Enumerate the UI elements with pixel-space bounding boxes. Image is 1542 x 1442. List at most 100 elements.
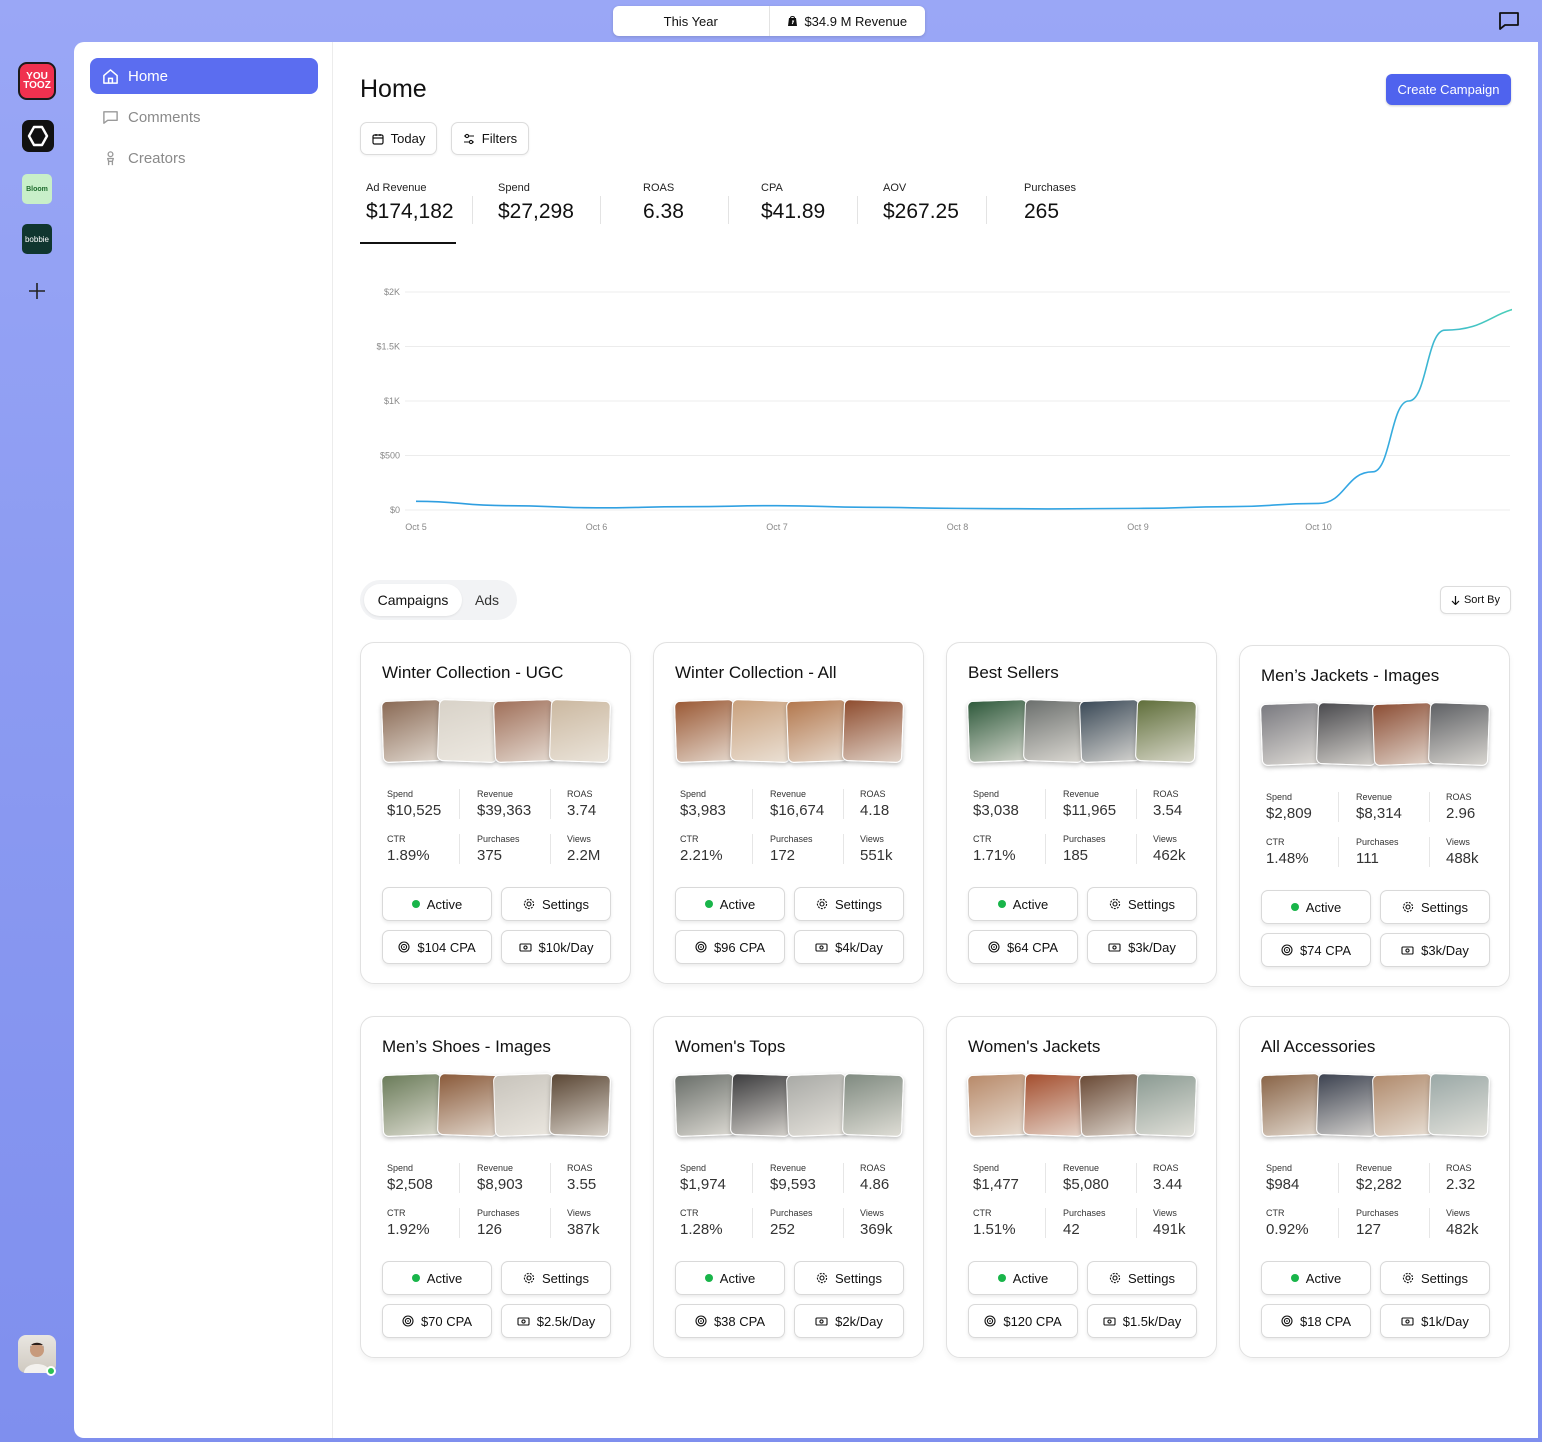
creative-thumbnail[interactable]	[1371, 1072, 1435, 1138]
kpi-cpa[interactable]: CPA $41.89	[761, 182, 825, 238]
daily-budget-button[interactable]: $10k/Day	[501, 930, 611, 964]
period-selector[interactable]: This Year	[613, 6, 769, 36]
sort-by-button[interactable]: Sort By	[1440, 586, 1511, 614]
creative-thumbnail[interactable]	[1259, 1072, 1323, 1138]
creative-thumbnail[interactable]	[1022, 698, 1086, 764]
campaign-card[interactable]: Winter Collection - UGC Spend $10,525 Reven…	[360, 642, 631, 984]
campaign-card[interactable]: Women's Tops Spend $1,974 Revenue $9,593 ROAS…	[653, 1016, 924, 1358]
creative-thumbnail[interactable]	[492, 1072, 556, 1138]
creative-thumbnail[interactable]	[436, 698, 500, 764]
settings-button[interactable]: Settings	[501, 887, 611, 921]
hexagon-brand-logo[interactable]	[22, 120, 54, 152]
campaign-card[interactable]: Winter Collection - All Spend $3,983 Revenu…	[653, 642, 924, 984]
creative-thumbnail[interactable]	[966, 698, 1030, 764]
creative-thumbnail[interactable]	[673, 698, 737, 764]
cpa-target-button[interactable]: $18 CPA	[1261, 1304, 1371, 1338]
creative-thumbnail[interactable]	[548, 698, 612, 764]
revenue-summary[interactable]: $34.9 M Revenue	[768, 6, 926, 36]
creative-thumbnail[interactable]	[1078, 1072, 1142, 1138]
settings-button[interactable]: Settings	[1380, 1261, 1490, 1295]
kpi-spend[interactable]: Spend $27,298	[498, 182, 574, 238]
creative-thumbnail[interactable]	[841, 698, 905, 764]
cpa-target-button[interactable]: $120 CPA	[968, 1304, 1078, 1338]
creative-thumbnail[interactable]	[1078, 698, 1142, 764]
stat-ctr: CTR 1.71%	[973, 834, 1016, 864]
campaign-title: Winter Collection - UGC	[382, 663, 564, 682]
creative-thumbnail[interactable]	[380, 1072, 444, 1138]
cpa-target-button[interactable]: $70 CPA	[382, 1304, 492, 1338]
creative-thumbnail[interactable]	[1315, 1072, 1379, 1138]
creative-thumbnail[interactable]	[841, 1072, 905, 1138]
tab-ads[interactable]: Ads	[462, 584, 512, 616]
daily-budget-button[interactable]: $1.5k/Day	[1087, 1304, 1197, 1338]
creative-thumbnail[interactable]	[966, 1072, 1030, 1138]
stat-divider	[459, 789, 460, 819]
cpa-target-button[interactable]: $64 CPA	[968, 930, 1078, 964]
filters-button[interactable]: Filters	[451, 122, 529, 155]
creative-thumbnail[interactable]	[1022, 1072, 1086, 1138]
gear-icon	[1402, 901, 1414, 913]
active-status-button[interactable]: Active	[1261, 890, 1371, 924]
active-status-button[interactable]: Active	[675, 887, 785, 921]
tab-campaigns[interactable]: Campaigns	[364, 584, 462, 616]
daily-budget-button[interactable]: $1k/Day	[1380, 1304, 1490, 1338]
bloom-logo[interactable]: Bloom	[22, 174, 52, 204]
creative-thumbnail[interactable]	[1427, 701, 1491, 767]
campaign-card[interactable]: Men’s Shoes - Images Spend $2,508 Revenue $8…	[360, 1016, 631, 1358]
campaign-card[interactable]: Best Sellers Spend $3,038 Revenue $11,965 ROA…	[946, 642, 1217, 984]
creative-thumbnail[interactable]	[380, 698, 444, 764]
settings-button[interactable]: Settings	[794, 1261, 904, 1295]
today-button[interactable]: Today	[360, 122, 437, 155]
sidebar-item-home[interactable]: Home	[90, 58, 318, 94]
active-status-button[interactable]: Active	[968, 887, 1078, 921]
campaign-card[interactable]: All Accessories Spend $984 Revenue $2,282 ROA…	[1239, 1016, 1510, 1358]
creative-thumbnail[interactable]	[785, 1072, 849, 1138]
active-status-button[interactable]: Active	[382, 887, 492, 921]
creative-thumbnail[interactable]	[785, 698, 849, 764]
creative-thumbnail[interactable]	[729, 698, 793, 764]
cpa-target-button[interactable]: $104 CPA	[382, 930, 492, 964]
settings-button[interactable]: Settings	[1380, 890, 1490, 924]
cpa-target-button[interactable]: $38 CPA	[675, 1304, 785, 1338]
active-status-button[interactable]: Active	[1261, 1261, 1371, 1295]
kpi-aov[interactable]: AOV $267.25	[883, 182, 959, 238]
campaign-card[interactable]: Women's Jackets Spend $1,477 Revenue $5,080 R…	[946, 1016, 1217, 1358]
creative-thumbnail[interactable]	[673, 1072, 737, 1138]
kpi-purchases[interactable]: Purchases 265	[1024, 182, 1076, 238]
active-status-button[interactable]: Active	[382, 1261, 492, 1295]
creative-thumbnail[interactable]	[1134, 1072, 1198, 1138]
add-brand-button[interactable]	[24, 278, 50, 304]
bobbie-logo[interactable]: bobbie	[22, 224, 52, 254]
daily-budget-button[interactable]: $2.5k/Day	[501, 1304, 611, 1338]
creative-thumbnail[interactable]	[492, 698, 556, 764]
cpa-target-button[interactable]: $74 CPA	[1261, 933, 1371, 967]
period-revenue-pill[interactable]: This Year $34.9 M Revenue	[613, 6, 925, 36]
daily-budget-button[interactable]: $4k/Day	[794, 930, 904, 964]
settings-button[interactable]: Settings	[1087, 1261, 1197, 1295]
settings-button[interactable]: Settings	[794, 887, 904, 921]
cpa-target-button[interactable]: $96 CPA	[675, 930, 785, 964]
campaign-card[interactable]: Men’s Jackets - Images Spend $2,809 Revenue…	[1239, 645, 1510, 987]
daily-budget-button[interactable]: $2k/Day	[794, 1304, 904, 1338]
creative-thumbnail[interactable]	[729, 1072, 793, 1138]
kpi-roas[interactable]: ROAS 6.38	[643, 182, 684, 238]
creative-thumbnail[interactable]	[1371, 701, 1435, 767]
sidebar-item-comments[interactable]: Comments	[90, 99, 318, 135]
sidebar-item-creators[interactable]: Creators	[90, 140, 318, 176]
settings-button[interactable]: Settings	[501, 1261, 611, 1295]
create-campaign-button[interactable]: Create Campaign	[1386, 74, 1511, 105]
creative-thumbnail[interactable]	[1259, 701, 1323, 767]
creative-thumbnail[interactable]	[548, 1072, 612, 1138]
active-status-button[interactable]: Active	[675, 1261, 785, 1295]
daily-budget-button[interactable]: $3k/Day	[1380, 933, 1490, 967]
creative-thumbnail[interactable]	[436, 1072, 500, 1138]
creative-thumbnail[interactable]	[1315, 701, 1379, 767]
kpi-ad-revenue[interactable]: Ad Revenue $174,182	[366, 182, 454, 238]
chat-icon[interactable]	[1498, 11, 1520, 31]
active-status-button[interactable]: Active	[968, 1261, 1078, 1295]
creative-thumbnail[interactable]	[1134, 698, 1198, 764]
creative-thumbnail[interactable]	[1427, 1072, 1491, 1138]
youtooz-logo[interactable]: YOU TOOZ	[18, 62, 56, 100]
daily-budget-button[interactable]: $3k/Day	[1087, 930, 1197, 964]
settings-button[interactable]: Settings	[1087, 887, 1197, 921]
